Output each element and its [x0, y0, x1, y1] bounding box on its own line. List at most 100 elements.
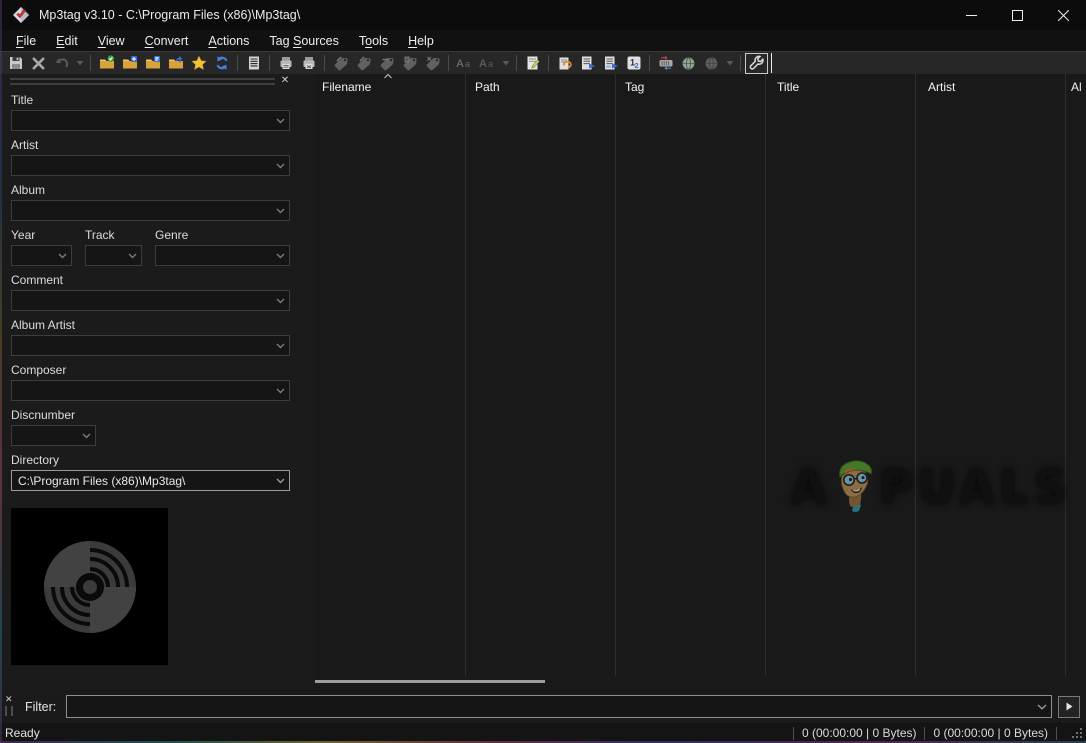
year-combobox[interactable] [11, 245, 72, 266]
convert-filename-tag-icon[interactable] [352, 53, 375, 74]
favorite-directories-icon[interactable] [187, 53, 210, 74]
file-list-header[interactable]: Filename Path Tag Title Artist Al [315, 74, 1086, 96]
menu-view[interactable]: View [88, 32, 135, 50]
web-sources-icon[interactable] [677, 53, 700, 74]
convert-text-file-tag-icon[interactable] [398, 53, 421, 74]
chevron-down-icon[interactable] [272, 478, 289, 484]
chevron-down-icon[interactable] [272, 163, 289, 169]
auto-numbering-wizard-icon[interactable]: 12 [622, 53, 645, 74]
case-conversion-menu-icon[interactable] [499, 53, 512, 74]
horizontal-scrollbar-thumb[interactable] [315, 680, 545, 683]
remove-tags-icon[interactable] [297, 53, 320, 74]
artist-label: Artist [11, 138, 290, 152]
chevron-down-icon[interactable] [272, 298, 289, 304]
save-tags-icon[interactable] [274, 53, 297, 74]
convert-tag-tag-icon[interactable] [421, 53, 444, 74]
chevron-down-icon[interactable] [124, 253, 141, 259]
toolbar-separator [324, 55, 325, 71]
column-header-album[interactable]: Al [1071, 80, 1082, 94]
parent-directory-icon[interactable] [164, 53, 187, 74]
tag-panel-drag-handle[interactable] [10, 78, 275, 85]
chevron-down-icon[interactable] [272, 118, 289, 124]
field-discnumber: Discnumber [11, 408, 96, 446]
menu-actions[interactable]: Actions [198, 32, 259, 50]
filter-drag-handle[interactable] [5, 706, 13, 716]
filter-apply-button[interactable] [1058, 696, 1080, 718]
svg-text:a: a [465, 59, 470, 69]
field-title: Title [11, 93, 290, 131]
close-button[interactable] [1040, 0, 1086, 30]
panel-splitter[interactable] [297, 74, 315, 690]
web-sources-alt-icon[interactable] [700, 53, 723, 74]
album-art-placeholder[interactable] [11, 508, 168, 665]
genre-label: Genre [155, 228, 290, 242]
chevron-down-icon[interactable] [1033, 704, 1051, 710]
toolbar-separator [448, 55, 449, 71]
menu-convert[interactable]: Convert [135, 32, 199, 50]
convert-tag-filename-icon[interactable] [329, 53, 352, 74]
tag-panel-close-icon[interactable]: ✕ [279, 75, 291, 87]
web-sources-menu-icon[interactable] [723, 53, 736, 74]
toolbar-separator [516, 55, 517, 71]
undo-icon[interactable] [50, 53, 73, 74]
artist-combobox[interactable] [11, 155, 290, 176]
column-header-filename[interactable]: Filename [322, 80, 371, 94]
title-combobox[interactable] [11, 110, 290, 131]
chevron-down-icon[interactable] [54, 253, 71, 259]
track-combobox[interactable] [85, 245, 142, 266]
chevron-down-icon[interactable] [272, 253, 289, 259]
composer-combobox[interactable] [11, 380, 290, 401]
column-header-tag[interactable]: Tag [625, 80, 644, 94]
open-playlist-icon[interactable] [141, 53, 164, 74]
filter-bar: ✕ Filter: [0, 690, 1086, 723]
toolbar-separator [90, 55, 91, 71]
column-header-title[interactable]: Title [777, 80, 799, 94]
remove-tag-icon[interactable] [27, 53, 50, 74]
genre-combobox[interactable] [155, 245, 290, 266]
add-directory-icon[interactable] [118, 53, 141, 74]
playlist-selected-files-icon[interactable] [599, 53, 622, 74]
menu-edit[interactable]: Edit [46, 32, 88, 50]
save-tag-icon[interactable] [4, 53, 27, 74]
maximize-button[interactable] [994, 0, 1040, 30]
chevron-down-icon[interactable] [78, 433, 95, 439]
chevron-down-icon[interactable] [272, 343, 289, 349]
chevron-down-icon[interactable] [272, 388, 289, 394]
chevron-down-icon[interactable] [272, 208, 289, 214]
undo-menu-icon[interactable] [73, 53, 86, 74]
album-artist-combobox[interactable] [11, 335, 290, 356]
file-list[interactable]: Filename Path Tag Title Artist Al A [315, 74, 1086, 690]
actions-icon[interactable] [553, 53, 576, 74]
tag-panel-toggle-icon[interactable] [242, 53, 265, 74]
toolbar-separator [548, 55, 549, 71]
album-artist-label: Album Artist [11, 318, 290, 332]
directory-combobox[interactable]: C:\Program Files (x86)\Mp3tag\ [11, 470, 290, 491]
svg-text:A: A [456, 58, 464, 70]
comment-combobox[interactable] [11, 290, 290, 311]
case-conversion-icon[interactable]: Aa [453, 53, 476, 74]
filter-input[interactable] [67, 696, 1033, 717]
column-header-artist[interactable]: Artist [928, 80, 955, 94]
resize-grip-icon[interactable] [1071, 727, 1083, 739]
playlist-all-files-icon[interactable] [576, 53, 599, 74]
album-combobox[interactable] [11, 200, 290, 221]
convert-filename-filename-icon[interactable] [375, 53, 398, 74]
svg-text:a: a [488, 59, 493, 69]
filter-close-icon[interactable]: ✕ [5, 694, 13, 705]
case-conversion-alt-icon[interactable]: Aa [476, 53, 499, 74]
status-separator [793, 727, 794, 740]
export-icon[interactable] [654, 53, 677, 74]
menu-help[interactable]: Help [398, 32, 444, 50]
menu-tag-sources[interactable]: Tag Sources [259, 32, 349, 50]
edit-tag-icon[interactable] [521, 53, 544, 74]
menu-file[interactable]: File [6, 32, 46, 50]
discnumber-combobox[interactable] [11, 425, 96, 446]
minimize-button[interactable] [948, 0, 994, 30]
column-header-path[interactable]: Path [475, 80, 500, 94]
file-list-body[interactable]: A PUALS [315, 96, 1086, 690]
refresh-icon[interactable] [210, 53, 233, 74]
change-directory-icon[interactable] [95, 53, 118, 74]
options-icon[interactable] [745, 53, 768, 74]
sort-ascending-icon [383, 74, 393, 79]
menu-tools[interactable]: Tools [349, 32, 398, 50]
